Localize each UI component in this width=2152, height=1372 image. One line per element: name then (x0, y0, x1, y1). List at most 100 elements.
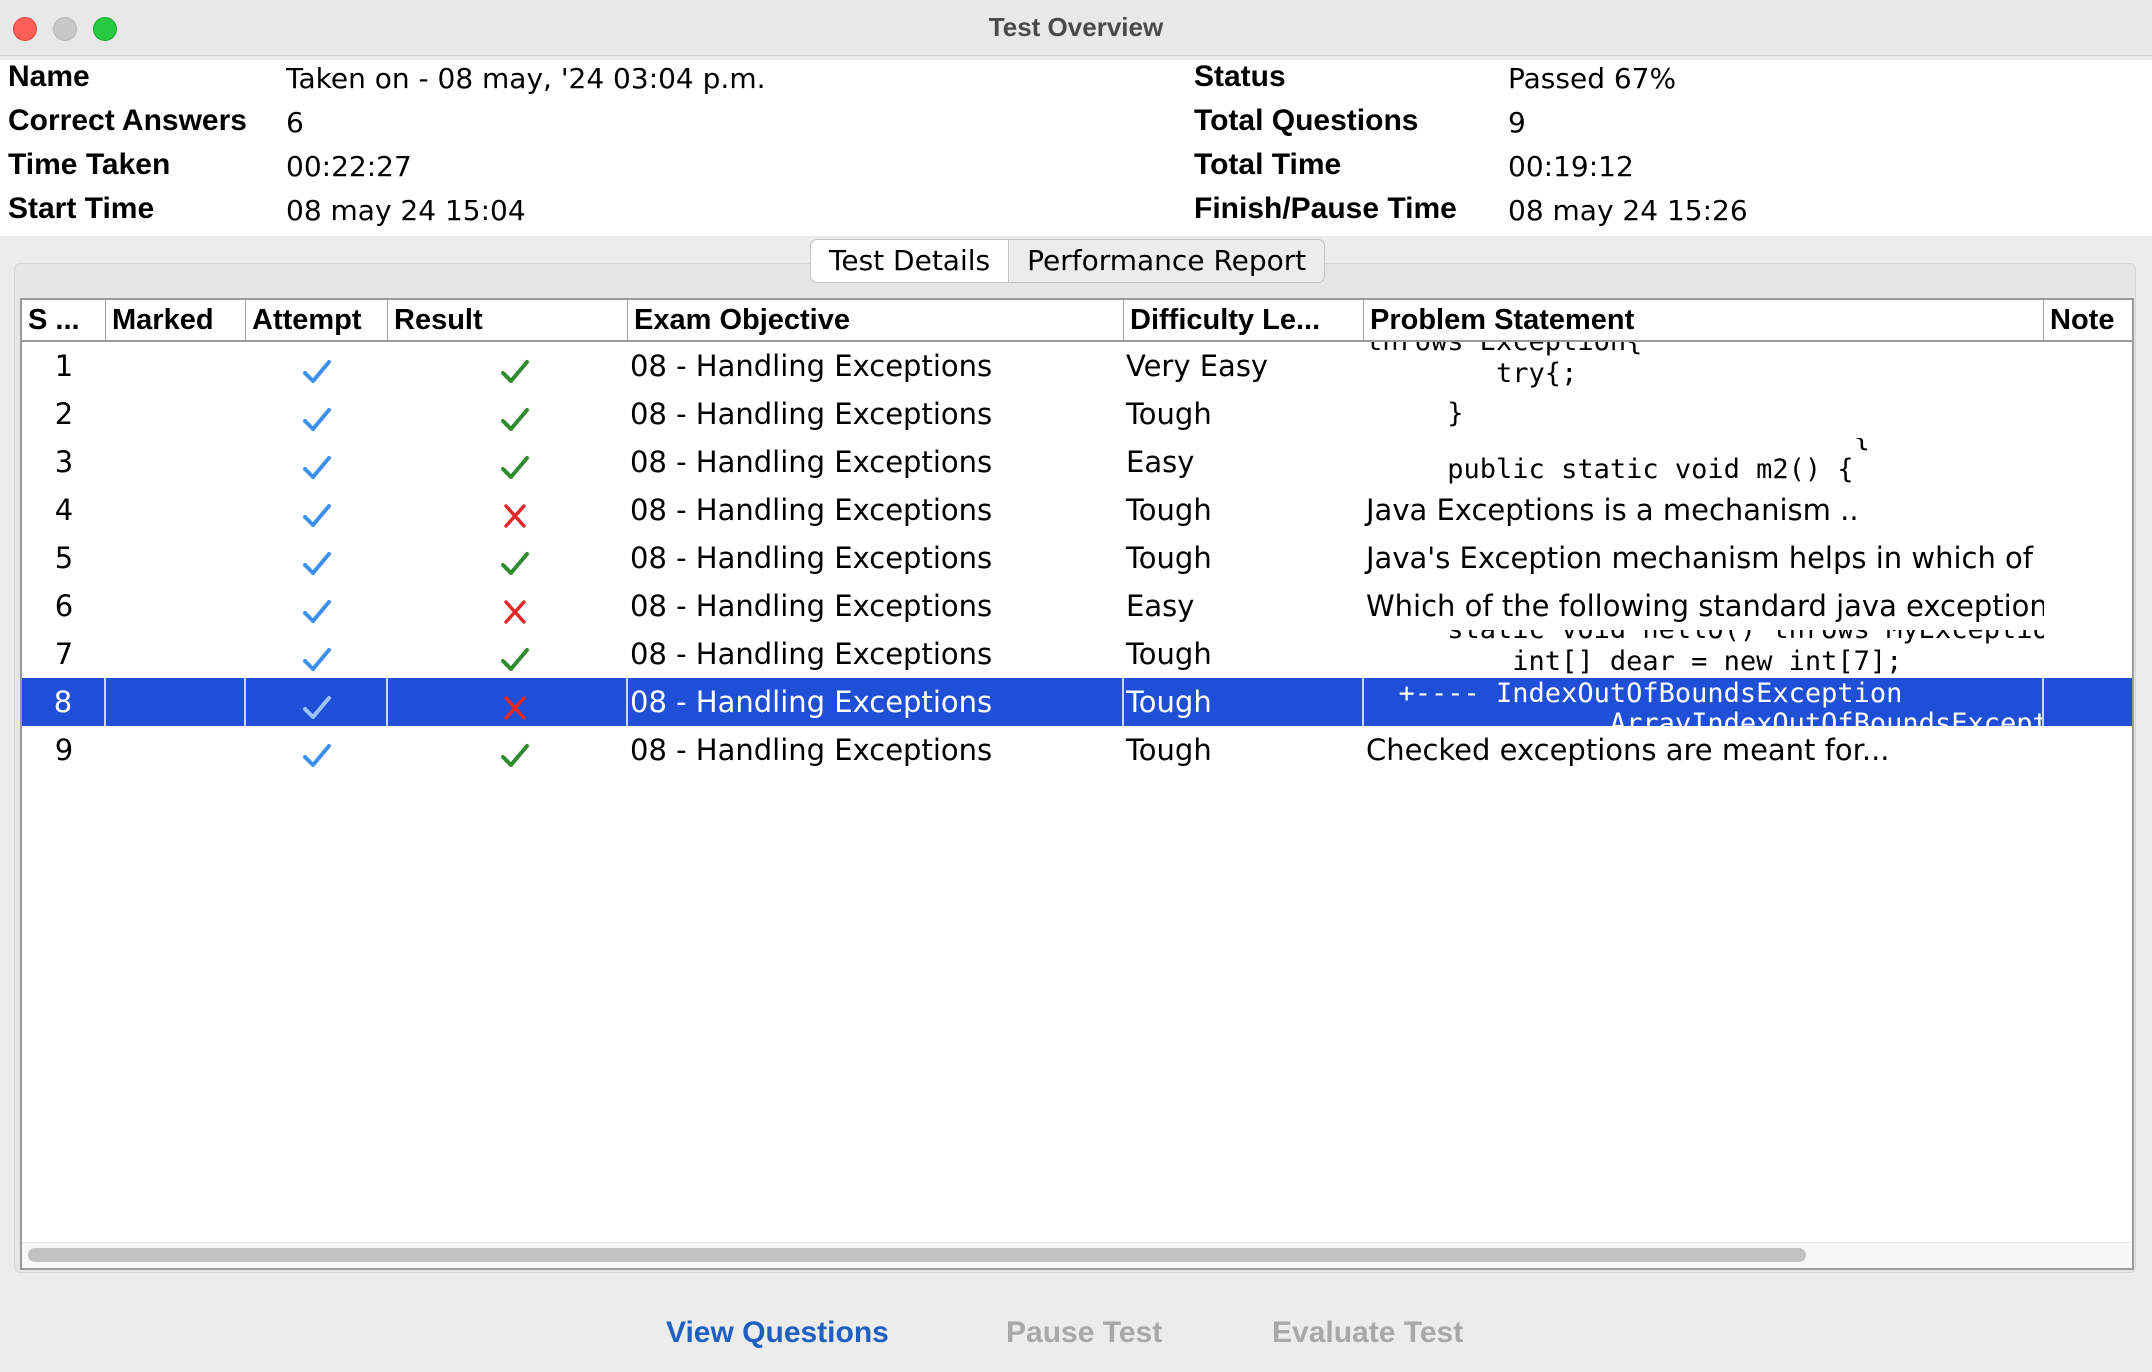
evaluate-test-button[interactable]: Evaluate Test (1272, 1316, 1463, 1350)
cell-exam-objective: 08 - Handling Exceptions (630, 637, 993, 671)
cell-serial: 4 (54, 493, 74, 527)
cell-serial: 7 (54, 637, 74, 671)
title-bar: Test Overview (0, 0, 2152, 56)
cell-serial: 3 (54, 445, 74, 479)
cell-attempt (246, 342, 388, 390)
time-taken-value: 00:22:27 (286, 150, 412, 183)
cell-attempt (246, 534, 388, 582)
code-snippet-preview: throws Exception{ try{ ; (1364, 342, 2044, 390)
window-title: Test Overview (988, 12, 1164, 42)
code-snippet-preview: } (1364, 390, 2044, 438)
cell-note (2044, 534, 2132, 582)
result-cross-icon (500, 592, 530, 624)
cell-marked (106, 486, 246, 534)
result-check-icon (500, 736, 530, 767)
code-snippet-preview: +---- IndexOutOfBoundsException ArrayInd… (1364, 678, 2044, 726)
cell-note (2044, 438, 2132, 486)
cell-marked (106, 342, 246, 390)
column-header-difficulty[interactable]: Difficulty Le... (1124, 300, 1364, 340)
code-line: throws Exception{ (1366, 342, 1642, 358)
cell-note (2044, 486, 2132, 534)
cell-exam-objective: 08 - Handling Exceptions (630, 397, 993, 431)
column-header-exam-objective[interactable]: Exam Objective (628, 300, 1124, 340)
total-time-value: 00:19:12 (1508, 150, 1634, 183)
column-header-result[interactable]: Result (388, 300, 628, 340)
correct-answers-label: Correct Answers (8, 104, 247, 137)
cell-note (2044, 390, 2132, 438)
cell-difficulty: Tough (1126, 637, 1212, 671)
cell-exam-objective: 08 - Handling Exceptions (630, 589, 993, 623)
time-taken-label: Time Taken (8, 148, 171, 181)
code-line: ArrayIndexOutOfBoundsException (1366, 708, 2044, 726)
result-check-icon (500, 544, 530, 575)
cell-difficulty: Tough (1126, 397, 1212, 431)
pause-test-button[interactable]: Pause Test (1006, 1316, 1162, 1350)
column-header-marked[interactable]: Marked (106, 300, 246, 340)
column-header-problem-statement[interactable]: Problem Statement (1364, 300, 2044, 340)
table-row[interactable]: 4 08 - Handling Exceptions Tough Java Excep… (22, 486, 2132, 534)
cell-marked (106, 390, 246, 438)
table-row[interactable]: 5 08 - Handling Exceptions Tough Java's Exc… (22, 534, 2132, 582)
code-line: } (1366, 398, 1464, 429)
name-value: Taken on - 08 may, '24 03:04 p.m. (286, 62, 766, 95)
test-details-table: S ... Marked Attempt Result Exam Objecti… (20, 298, 2134, 1270)
cell-attempt (246, 726, 388, 774)
cell-problem-statement: throws Exception{ try{ ; (1364, 342, 2044, 390)
table-row[interactable]: 2 08 - Handling Exceptions Tough } (22, 390, 2132, 438)
cell-attempt (246, 630, 388, 678)
cell-attempt (246, 486, 388, 534)
cell-exam-objective: 08 - Handling Exceptions (630, 445, 993, 479)
table-row[interactable]: 8 08 - Handling Exceptions Tough +---- Ind… (22, 678, 2132, 726)
cell-serial: 9 (54, 733, 74, 767)
column-header-serial[interactable]: S ... (22, 300, 106, 340)
cell-marked (106, 534, 246, 582)
cell-marked (106, 438, 246, 486)
cell-problem-statement: Java Exceptions is a mechanism .. (1366, 493, 1859, 527)
cell-difficulty: Tough (1124, 678, 1364, 726)
attempt-check-icon (302, 736, 332, 767)
cell-serial: 1 (54, 349, 74, 383)
cell-result (388, 630, 628, 678)
table-row[interactable]: 1 08 - Handling Exceptions Very Easy throws… (22, 342, 2132, 390)
cell-difficulty: Easy (1126, 589, 1195, 623)
result-check-icon (500, 448, 530, 479)
cell-difficulty: Tough (1126, 493, 1212, 527)
start-time-value: 08 may 24 15:04 (286, 194, 526, 227)
code-line: +---- IndexOutOfBoundsException (1366, 678, 1903, 709)
total-time-label: Total Time (1194, 148, 1342, 181)
table-row[interactable]: 6 08 - Handling Exceptions Easy Which of th… (22, 582, 2132, 630)
tab-performance-report[interactable]: Performance Report (1009, 239, 1326, 283)
horizontal-scrollbar-thumb[interactable] (28, 1248, 1806, 1262)
cell-result (388, 678, 628, 726)
cell-problem-statement: static void hello() throws MyException{ … (1364, 630, 2044, 678)
view-questions-button[interactable]: View Questions (666, 1316, 889, 1350)
tab-test-details[interactable]: Test Details (810, 239, 1010, 283)
cell-problem-statement: +---- IndexOutOfBoundsException ArrayInd… (1364, 678, 2044, 726)
attempt-check-icon (302, 592, 332, 623)
finish-time-value: 08 may 24 15:26 (1508, 194, 1748, 227)
cell-exam-objective: 08 - Handling Exceptions (630, 349, 993, 383)
cell-note (2044, 726, 2132, 774)
cell-exam-objective: 08 - Handling Exceptions (630, 733, 993, 767)
total-questions-label: Total Questions (1194, 104, 1419, 137)
table-row[interactable]: 7 08 - Handling Exceptions Tough static vo… (22, 630, 2132, 678)
column-header-note[interactable]: Note (2044, 300, 2132, 340)
cell-problem-statement: { public static void m2() { (1364, 438, 2044, 486)
table-row[interactable]: 3 08 - Handling Exceptions Easy { public s… (22, 438, 2132, 486)
result-check-icon (500, 400, 530, 431)
cell-serial: 5 (54, 541, 74, 575)
correct-answers-value: 6 (286, 106, 304, 139)
test-summary: Name Taken on - 08 may, '24 03:04 p.m. C… (0, 60, 2152, 236)
cell-marked (106, 630, 246, 678)
code-line: { (1366, 438, 1870, 454)
cell-serial: 6 (54, 589, 74, 623)
cell-result (388, 582, 628, 630)
tab-bar: Test Details Performance Report (810, 239, 1326, 283)
table-row[interactable]: 9 08 - Handling Exceptions Tough Checked ex… (22, 726, 2132, 774)
result-cross-icon (500, 688, 530, 720)
finish-time-label: Finish/Pause Time (1194, 192, 1457, 225)
cell-difficulty: Easy (1126, 445, 1195, 479)
cell-difficulty: Very Easy (1126, 349, 1269, 383)
column-header-attempt[interactable]: Attempt (246, 300, 388, 340)
table-header: S ... Marked Attempt Result Exam Objecti… (22, 300, 2132, 342)
